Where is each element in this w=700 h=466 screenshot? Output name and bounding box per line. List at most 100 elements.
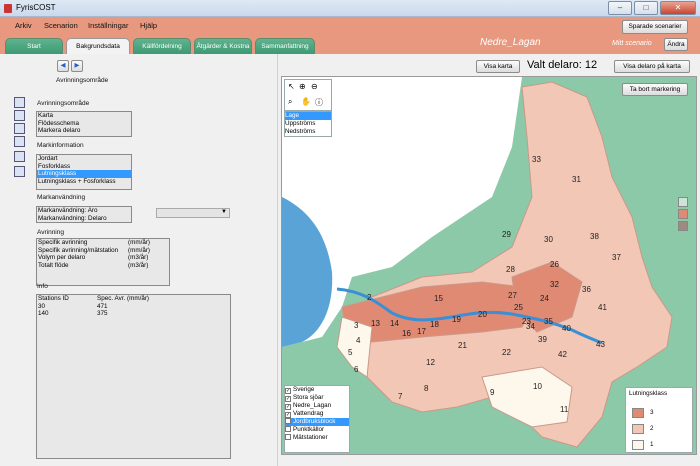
map-toolbar: ↖ ⊕ ⊖ ⌕ ✋ ⓘ xyxy=(284,79,332,111)
zoom-box-icon[interactable]: ⌕ xyxy=(288,97,292,107)
title-bar: FyrisCOST – □ ✕ xyxy=(0,0,700,17)
subbasin-label: 36 xyxy=(582,285,591,294)
maximize-button[interactable]: □ xyxy=(634,1,658,15)
mode-lage[interactable]: Lage xyxy=(285,112,331,120)
list-item[interactable]: Markanvändning: Delaro xyxy=(37,215,131,223)
mode-nedstroms[interactable]: Nedströms xyxy=(285,128,331,136)
area-name: Nedre_Lagan xyxy=(480,37,541,48)
subbasin-label: 11 xyxy=(560,405,569,414)
menu-scenarion[interactable]: Scenarion xyxy=(44,21,78,30)
pointer-icon[interactable]: ↖ xyxy=(288,82,295,91)
subbasin-label: 15 xyxy=(434,294,443,303)
tab-bakgrundsdata[interactable]: Bakgrundsdata xyxy=(66,38,130,54)
chevron-down-icon: ▼ xyxy=(221,209,227,215)
soil-view-icon[interactable] xyxy=(14,123,25,134)
table-row: 140 375 xyxy=(38,310,108,317)
saved-scenarios-button[interactable]: Sparade scenarier xyxy=(622,20,688,34)
show-map-button[interactable]: Visa karta xyxy=(476,60,520,73)
list-item[interactable]: Jordart xyxy=(37,155,131,163)
list-item[interactable]: Markanvändning: Aro xyxy=(37,207,131,215)
legend-label-2: 2 xyxy=(650,425,654,432)
subbasin-label: 17 xyxy=(417,327,426,336)
subbasin-label: 24 xyxy=(540,294,549,303)
mode-uppstroms[interactable]: Uppströms xyxy=(285,120,331,128)
tab-atgarder[interactable]: Åtgärder & Kostna xyxy=(194,38,252,54)
subbasin-label: 40 xyxy=(562,324,571,333)
layer-list[interactable]: ✓ Sverige ✓ Stora sjöar ✓ Nedre_Lagan ✓ Vatt… xyxy=(284,385,350,453)
subbasin-label: 8 xyxy=(424,384,429,393)
markanv-label: Markanvändning xyxy=(37,194,86,201)
markanv-list[interactable]: Markanvändning: Aro Markanvändning: Dela… xyxy=(36,206,132,223)
subbasin-label: 35 xyxy=(544,317,553,326)
legend-label-1: 1 xyxy=(650,441,654,448)
mode-list[interactable]: Lage Uppströms Nedströms xyxy=(284,111,332,137)
checkbox-icon xyxy=(285,418,291,424)
subbasin-label: 37 xyxy=(612,253,621,262)
runoff-view-icon[interactable] xyxy=(14,151,25,162)
subbasin-label: 31 xyxy=(572,175,581,184)
menu-installningar[interactable]: Inställningar xyxy=(88,21,128,30)
list-item[interactable]: Flödesschema xyxy=(37,120,131,128)
subbasin-label: 4 xyxy=(356,336,361,345)
minimize-button[interactable]: – xyxy=(608,1,632,15)
info-tool-icon[interactable]: ⓘ xyxy=(315,97,323,108)
list-item[interactable]: Fosforklass xyxy=(37,163,131,171)
show-delaro-button[interactable]: Visa delaro på karta xyxy=(614,60,690,73)
list-item-selected[interactable]: Lutningsklass xyxy=(37,170,131,178)
selected-delaro: Valt delaro: 12 xyxy=(527,59,598,71)
subbasin-label: 19 xyxy=(452,315,461,324)
subbasin-label: 32 xyxy=(550,280,559,289)
markanv-dropdown[interactable]: ▼ xyxy=(156,208,230,218)
close-button[interactable]: ✕ xyxy=(660,1,696,15)
landuse-view-icon[interactable] xyxy=(14,136,25,147)
map-view[interactable]: 33 31 29 30 38 37 26 28 36 27 24 41 2 15 25 18 19 20 23 35 3… xyxy=(281,76,697,455)
zoom-in-icon[interactable]: ⊕ xyxy=(299,82,306,91)
color-swatch xyxy=(678,221,688,231)
menu-arkiv[interactable]: Arkiv xyxy=(15,21,32,30)
subbasin-label: 34 xyxy=(526,322,535,331)
subbasin-label: 39 xyxy=(538,335,547,344)
subbasin-label: 28 xyxy=(506,265,515,274)
layer-jordbruksblock[interactable]: Jordbruksblock xyxy=(285,418,349,426)
menu-hjalp[interactable]: Hjälp xyxy=(140,21,157,30)
list-item[interactable]: Karta xyxy=(37,112,131,120)
pan-hand-icon[interactable]: ✋ xyxy=(301,97,311,106)
prev-arrow-icon[interactable]: ◀ xyxy=(57,60,69,72)
avr-label: Avrinningsområde xyxy=(37,100,90,107)
mark-list[interactable]: Jordart Fosforklass Lutningsklass Lutnin… xyxy=(36,154,132,190)
table-row: 30 471 xyxy=(38,302,108,310)
list-item[interactable]: Markera delaro xyxy=(37,127,131,135)
scenario-label: Mitt scenario xyxy=(612,40,652,47)
section-title: Avrinningsområde xyxy=(56,77,109,84)
zoom-out-icon[interactable]: ⊖ xyxy=(311,82,318,91)
tab-sammanfattning[interactable]: Sammanfattning xyxy=(255,38,315,54)
subbasin-label: 20 xyxy=(478,310,487,319)
select-view-icon[interactable] xyxy=(14,97,25,108)
remove-mark-button[interactable]: Ta bort markering xyxy=(622,83,688,96)
legend: Lutningsklass 3 2 1 xyxy=(625,387,693,453)
layer-stora-sjoar[interactable]: ✓ Stora sjöar xyxy=(285,394,349,402)
table-view-icon[interactable] xyxy=(14,166,25,177)
avr-list[interactable]: Karta Flödesschema Markera delaro xyxy=(36,111,132,137)
layer-sverige[interactable]: ✓ Sverige xyxy=(285,386,349,394)
next-arrow-icon[interactable]: ▶ xyxy=(71,60,83,72)
subbasin-label: 25 xyxy=(514,303,523,312)
info-table: Stations ID Spec. Avr. (mm/år) 30 471 140 3… xyxy=(36,294,231,459)
subbasin-label: 33 xyxy=(532,155,541,164)
subbasin-label: 26 xyxy=(550,260,559,269)
menu-bar: Arkiv Scenarion Inställningar Hjälp Spar… xyxy=(0,17,700,36)
layer-matstationer[interactable]: Mätstationer xyxy=(285,434,349,442)
change-scenario-button[interactable]: Ändra xyxy=(664,38,688,51)
subbasin-label: 22 xyxy=(502,348,511,357)
network-view-icon[interactable] xyxy=(14,110,25,121)
layer-punktkallor[interactable]: Punktkällor xyxy=(285,426,349,434)
layer-nedre-lagan[interactable]: ✓ Nedre_Lagan xyxy=(285,402,349,410)
checkbox-icon xyxy=(285,434,291,440)
layer-vattendrag[interactable]: ✓ Vattendrag xyxy=(285,410,349,418)
subbasin-label: 7 xyxy=(398,392,403,401)
tab-kallfordelning[interactable]: Källfördelning xyxy=(133,38,191,54)
subbasin-label: 2 xyxy=(367,293,372,302)
avrinning-table: Specifik avrinning (mm/år) Specifik avrin… xyxy=(36,238,170,286)
tab-start[interactable]: Start xyxy=(5,38,63,54)
list-item[interactable]: Lutningsklass + Fosforklass xyxy=(37,178,131,186)
